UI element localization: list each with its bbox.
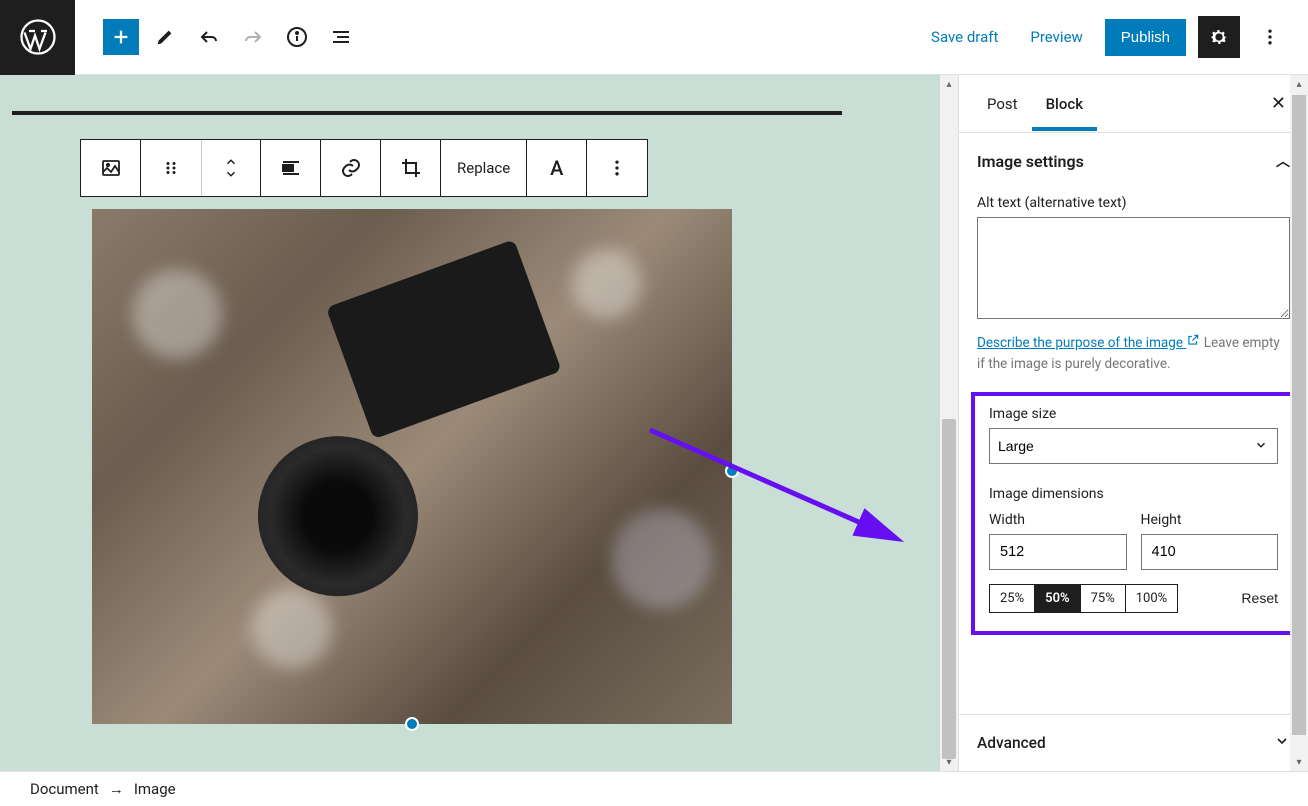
drag-handle-icon[interactable] <box>141 140 201 196</box>
image-dimensions-label: Image dimensions <box>989 486 1278 502</box>
alt-help-text: Describe the purpose of the image Leave … <box>977 333 1290 374</box>
describe-purpose-link[interactable]: Describe the purpose of the image <box>977 335 1200 351</box>
sidebar-body: Image settings ︿ Alt text (alternative t… <box>959 133 1308 714</box>
wordpress-logo[interactable] <box>0 0 75 75</box>
width-input[interactable] <box>989 534 1127 570</box>
breadcrumb-separator-icon: → <box>109 780 124 798</box>
editor-topbar: Save draft Preview Publish <box>0 0 1308 75</box>
add-block-button[interactable] <box>103 19 139 55</box>
more-options-button[interactable] <box>1252 16 1288 58</box>
tab-post[interactable]: Post <box>973 77 1032 131</box>
percent-button-group: 25% 50% 75% 100% <box>989 584 1178 613</box>
toolbar-left <box>75 19 359 55</box>
scroll-up-icon[interactable]: ▴ <box>1290 75 1308 93</box>
settings-button[interactable] <box>1198 16 1240 58</box>
crop-button[interactable] <box>381 140 441 196</box>
editor-canvas[interactable]: Replace A <box>0 75 958 771</box>
canvas-scrollbar[interactable]: ▴ ▾ <box>940 75 958 771</box>
image-settings-title: Image settings <box>977 152 1084 171</box>
resize-handle-bottom[interactable] <box>405 717 419 731</box>
undo-button[interactable] <box>191 19 227 55</box>
percent-100-button[interactable]: 100% <box>1126 585 1177 612</box>
block-type-icon[interactable] <box>81 140 141 196</box>
scroll-thumb[interactable] <box>942 419 956 759</box>
replace-button[interactable]: Replace <box>441 140 527 196</box>
block-more-button[interactable] <box>587 140 647 196</box>
outline-button[interactable] <box>323 19 359 55</box>
image-size-select[interactable]: Large <box>989 428 1278 464</box>
breadcrumb-root[interactable]: Document <box>30 780 99 798</box>
scroll-down-icon[interactable]: ▾ <box>940 753 958 771</box>
resize-handle-right[interactable] <box>725 464 739 478</box>
alt-text-label: Alt text (alternative text) <box>977 195 1290 211</box>
info-button[interactable] <box>279 19 315 55</box>
chevron-down-icon <box>1274 733 1290 753</box>
block-toolbar: Replace A <box>80 139 648 197</box>
height-label: Height <box>1141 512 1279 528</box>
image-block[interactable] <box>92 209 732 724</box>
typography-button[interactable]: A <box>527 140 587 196</box>
editor-main: Replace A <box>0 75 1308 771</box>
advanced-label: Advanced <box>977 734 1046 752</box>
image-content <box>92 209 732 724</box>
redo-button[interactable] <box>235 19 271 55</box>
percent-row: 25% 50% 75% 100% Reset <box>989 584 1278 613</box>
percent-25-button[interactable]: 25% <box>990 585 1035 612</box>
save-draft-button[interactable]: Save draft <box>921 20 1008 54</box>
percent-75-button[interactable]: 75% <box>1081 585 1126 612</box>
sidebar-tabs: Post Block ✕ <box>959 75 1308 133</box>
width-label: Width <box>989 512 1127 528</box>
image-size-highlight-box: Image size Large Image dimensions Width <box>971 392 1296 635</box>
advanced-panel-toggle[interactable]: Advanced <box>959 714 1308 771</box>
link-button[interactable] <box>321 140 381 196</box>
settings-sidebar: Post Block ✕ Image settings ︿ Alt text (… <box>958 75 1308 771</box>
chevron-up-icon: ︿ <box>1276 151 1290 171</box>
publish-button[interactable]: Publish <box>1105 19 1186 56</box>
scroll-up-icon[interactable]: ▴ <box>940 75 958 93</box>
reset-button[interactable]: Reset <box>1241 590 1278 606</box>
sidebar-scrollbar[interactable]: ▴ ▾ <box>1290 75 1308 771</box>
edit-mode-button[interactable] <box>147 19 183 55</box>
percent-50-button[interactable]: 50% <box>1035 585 1080 612</box>
tab-block[interactable]: Block <box>1032 77 1097 131</box>
scroll-thumb[interactable] <box>1292 95 1306 735</box>
align-button[interactable] <box>261 140 321 196</box>
image-settings-header[interactable]: Image settings ︿ <box>977 147 1290 185</box>
image-size-label: Image size <box>989 406 1278 422</box>
scroll-down-icon[interactable]: ▾ <box>1290 753 1308 771</box>
breadcrumb-leaf[interactable]: Image <box>134 780 176 798</box>
toolbar-right: Save draft Preview Publish <box>921 16 1308 58</box>
external-link-icon <box>1186 333 1200 353</box>
separator-block[interactable] <box>12 111 842 115</box>
height-input[interactable] <box>1141 534 1279 570</box>
alt-text-input[interactable] <box>977 217 1290 319</box>
preview-button[interactable]: Preview <box>1020 20 1092 54</box>
move-up-down-buttons[interactable] <box>201 140 261 196</box>
breadcrumb: Document → Image <box>0 771 1308 806</box>
